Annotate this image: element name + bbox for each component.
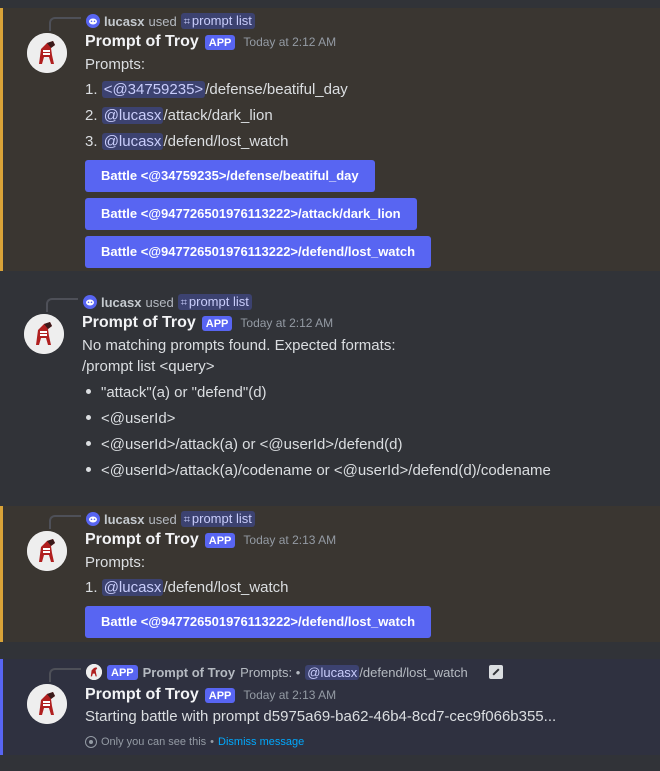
message-text: Prompts: (85, 554, 146, 571)
prompt-list-item: 1. <@34759235>/defense/beatiful_day (85, 79, 348, 101)
user-mention[interactable]: @lucasx (101, 579, 164, 596)
slash-command[interactable]: ⌗ prompt list (180, 511, 255, 527)
message-3: lucasx used ⌗ prompt list Prompt of Troy … (0, 506, 660, 642)
app-badge: APP (107, 664, 138, 680)
list-number: 1. (85, 579, 98, 596)
command-reply[interactable]: lucasx used ⌗ prompt list (86, 11, 255, 31)
prompt-path: /defense/beatiful_day (205, 81, 348, 98)
timestamp[interactable]: Today at 2:13 AM (243, 533, 336, 547)
interaction-reply[interactable]: APP Prompt of Troy Prompts: • @lucasx/de… (86, 662, 503, 682)
avatar[interactable] (27, 684, 67, 724)
list-item: <@userId>/attack(a) or <@userId>/defend(… (82, 434, 402, 456)
message-text: No matching prompts found. Expected form… (82, 337, 396, 354)
message-header: Prompt of Troy APP Today at 2:12 AM (82, 312, 333, 334)
discord-logo-icon (86, 14, 100, 28)
slash-command[interactable]: ⌗ prompt list (177, 294, 252, 310)
avatar[interactable] (27, 531, 67, 571)
list-item: "attack"(a) or "defend"(d) (82, 382, 267, 404)
ephemeral-footer: Only you can see this • Dismiss message (85, 736, 304, 748)
reply-connector (49, 668, 81, 682)
timestamp[interactable]: Today at 2:13 AM (243, 688, 336, 702)
reply-connector (46, 298, 78, 312)
reply-verb: used (145, 294, 174, 310)
edit-icon[interactable] (488, 665, 503, 679)
command-reply[interactable]: lucasx used ⌗ prompt list (86, 509, 255, 529)
message-header: Prompt of Troy APP Today at 2:12 AM (85, 31, 336, 53)
bot-name[interactable]: Prompt of Troy (82, 314, 196, 332)
app-badge: APP (204, 532, 236, 548)
prompt-list-item: 2. @lucasx/attack/dark_lion (85, 105, 273, 127)
prompt-path: /attack/dark_lion (163, 107, 273, 124)
message-header: Prompt of Troy APP Today at 2:13 AM (85, 684, 336, 706)
avatar[interactable] (24, 314, 64, 354)
user-mention[interactable]: @lucasx (101, 133, 164, 150)
slash-command-icon: ⌗ (183, 16, 190, 28)
eye-icon (85, 736, 97, 748)
list-item: <@userId>/attack(a)/codename or <@userId… (82, 460, 551, 482)
message-1: lucasx used ⌗ prompt list Prompt of Troy … (0, 8, 660, 271)
mini-avatar (86, 664, 102, 680)
list-number: 1. (85, 81, 98, 98)
dismiss-message-link[interactable]: Dismiss message (218, 736, 304, 748)
user-mention[interactable]: @lucasx (305, 664, 360, 680)
user-mention[interactable]: <@34759235> (101, 81, 206, 98)
battle-button[interactable]: Battle <@34759235>/defense/beatiful_day (85, 160, 375, 192)
message-2: lucasx used ⌗ prompt list Prompt of Troy … (0, 289, 660, 489)
bot-name[interactable]: Prompt of Troy (85, 686, 199, 704)
ephemeral-note: Only you can see this (101, 736, 207, 748)
battle-button[interactable]: Battle <@947726501976113222>/attack/dark… (85, 198, 417, 230)
reply-connector (49, 515, 81, 529)
battle-button[interactable]: Battle <@947726501976113222>/defend/lost… (85, 236, 432, 268)
slash-command[interactable]: ⌗ prompt list (180, 13, 255, 29)
prompt-list-item: 1. @lucasx/defend/lost_watch (85, 577, 289, 599)
timestamp[interactable]: Today at 2:12 AM (243, 35, 336, 49)
prompt-path: /defend/lost_watch (163, 133, 289, 150)
app-badge: APP (204, 34, 236, 50)
app-badge: APP (204, 687, 236, 703)
slash-command-icon: ⌗ (180, 297, 187, 309)
message-4-ephemeral: APP Prompt of Troy Prompts: • @lucasx/de… (0, 659, 660, 755)
list-number: 2. (85, 107, 98, 124)
app-badge: APP (201, 315, 233, 331)
separator: • (210, 736, 215, 748)
reply-username[interactable]: lucasx (101, 295, 141, 310)
reply-verb: used (148, 13, 177, 29)
command-reply[interactable]: lucasx used ⌗ prompt list (83, 292, 252, 312)
reply-connector (49, 17, 81, 31)
reply-username[interactable]: lucasx (104, 14, 144, 29)
reply-rest: /defend/lost_watch (359, 664, 468, 680)
message-text: Prompts: (85, 56, 146, 73)
message-text: /prompt list <query> (82, 358, 215, 375)
reply-username[interactable]: lucasx (104, 512, 144, 527)
prompt-list-item: 3. @lucasx/defend/lost_watch (85, 131, 289, 153)
message-header: Prompt of Troy APP Today at 2:13 AM (85, 529, 336, 551)
timestamp[interactable]: Today at 2:12 AM (240, 316, 333, 330)
reply-bot-name[interactable]: Prompt of Troy (143, 665, 235, 680)
message-text: Starting battle with prompt d5975a69-ba6… (85, 708, 557, 725)
reply-prefix: Prompts: • (240, 664, 301, 680)
avatar[interactable] (27, 33, 67, 73)
slash-command-label: prompt list (188, 294, 249, 309)
discord-logo-icon (83, 295, 97, 309)
list-number: 3. (85, 133, 98, 150)
bot-name[interactable]: Prompt of Troy (85, 531, 199, 549)
list-item: <@userId> (82, 408, 175, 430)
slash-command-icon: ⌗ (183, 514, 190, 526)
slash-command-label: prompt list (191, 13, 252, 28)
reply-verb: used (148, 511, 177, 527)
user-mention[interactable]: @lucasx (101, 107, 164, 124)
prompt-path: /defend/lost_watch (163, 579, 289, 596)
battle-button[interactable]: Battle <@947726501976113222>/defend/lost… (85, 606, 432, 638)
discord-logo-icon (86, 512, 100, 526)
slash-command-label: prompt list (191, 511, 252, 526)
bot-name[interactable]: Prompt of Troy (85, 33, 199, 51)
